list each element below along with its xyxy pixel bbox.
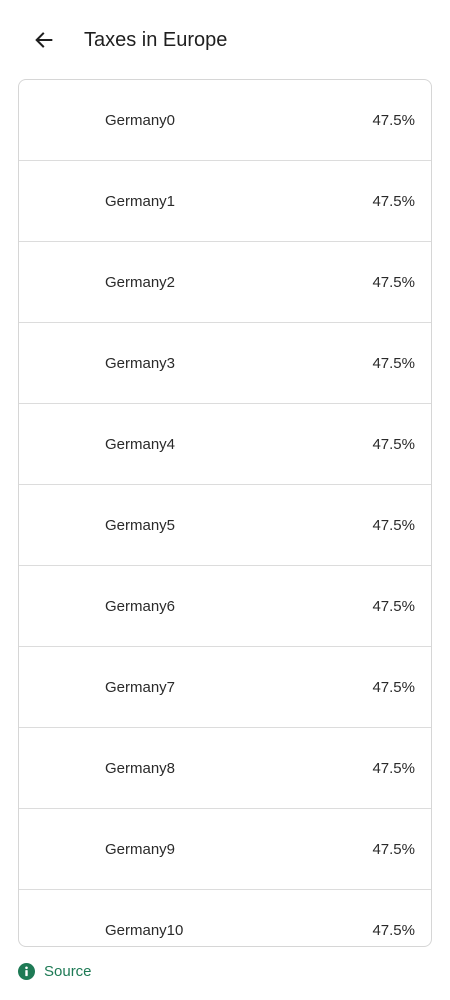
country-name: Germany3 [105, 354, 176, 372]
tax-rate: 47.5% [372, 759, 415, 777]
country-name: Germany8 [105, 759, 176, 777]
country-name: Germany2 [105, 273, 176, 291]
list-item[interactable]: Germany6 47.5% [19, 566, 431, 647]
list-item[interactable]: Germany3 47.5% [19, 323, 431, 404]
tax-rate: 47.5% [372, 192, 415, 210]
country-name: Germany7 [105, 678, 176, 696]
country-name: Germany10 [105, 921, 184, 939]
tax-rate: 47.5% [372, 597, 415, 615]
tax-rate: 47.5% [372, 354, 415, 372]
list-item[interactable]: Germany4 47.5% [19, 404, 431, 485]
tax-rate: 47.5% [372, 840, 415, 858]
tax-rate: 47.5% [372, 516, 415, 534]
list-item[interactable]: Germany8 47.5% [19, 728, 431, 809]
country-name: Germany5 [105, 516, 176, 534]
list-item[interactable]: Germany7 47.5% [19, 647, 431, 728]
list-item[interactable]: Germany9 47.5% [19, 809, 431, 890]
country-name: Germany1 [105, 192, 176, 210]
source-label: Source [44, 963, 92, 980]
back-button[interactable] [28, 24, 60, 56]
country-name: Germany9 [105, 840, 176, 858]
arrow-left-icon [35, 32, 53, 48]
list-item[interactable]: Germany5 47.5% [19, 485, 431, 566]
list-item[interactable]: Germany10 47.5% [19, 890, 431, 946]
tax-rate: 47.5% [372, 435, 415, 453]
app-bar: Taxes in Europe [0, 0, 450, 80]
country-name: Germany0 [105, 111, 176, 129]
tax-rate: 47.5% [372, 273, 415, 291]
tax-list: Germany0 47.5% Germany1 47.5% Germany2 4… [18, 79, 432, 947]
list-item[interactable]: Germany2 47.5% [19, 242, 431, 323]
tax-rate: 47.5% [372, 111, 415, 129]
tax-rate: 47.5% [372, 921, 415, 939]
source-link[interactable]: Source [18, 963, 92, 980]
info-icon [18, 963, 35, 980]
list-item[interactable]: Germany1 47.5% [19, 161, 431, 242]
tax-rate: 47.5% [372, 678, 415, 696]
country-name: Germany6 [105, 597, 176, 615]
country-name: Germany4 [105, 435, 176, 453]
page-title: Taxes in Europe [84, 29, 228, 51]
list-item[interactable]: Germany0 47.5% [19, 80, 431, 161]
